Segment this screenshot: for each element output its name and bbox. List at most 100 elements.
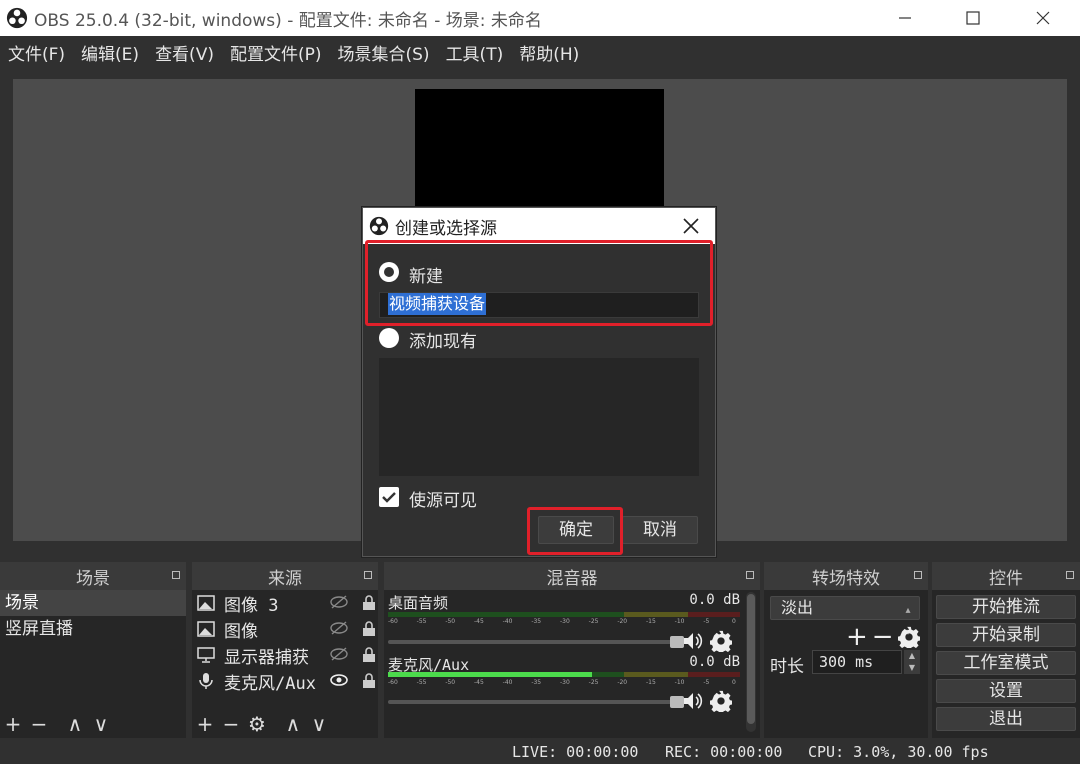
source-item[interactable]: 图像 3 [192, 590, 378, 616]
float-dock-icon[interactable] [1066, 571, 1074, 579]
transition-select[interactable]: 淡出 ▴▾ [770, 596, 920, 638]
menu-help[interactable]: 帮助(H) [519, 40, 579, 65]
float-dock-icon[interactable] [914, 571, 922, 579]
meter-tick-label: -50 [445, 618, 456, 625]
move-down-icon[interactable]: ∨ [306, 712, 332, 736]
gear-icon[interactable] [710, 690, 732, 712]
menu-bar: 文件(F) 编辑(E) 查看(V) 配置文件(P) 场景集合(S) 工具(T) … [0, 36, 1080, 68]
menu-scene-collection[interactable]: 场景集合(S) [338, 40, 430, 65]
sources-title: 来源 [268, 568, 302, 589]
visible-eye-icon[interactable] [330, 673, 348, 687]
status-bar: LIVE: 00:00:00 REC: 00:00:00 CPU: 3.0%, … [0, 740, 1080, 764]
source-settings-icon[interactable]: ⚙ [244, 712, 270, 736]
float-dock-icon[interactable] [746, 571, 754, 579]
meter-tick-label: -30 [560, 618, 570, 625]
source-label: 图像 [224, 621, 258, 642]
controls-dock: 控件 开始推流 开始录制 工作室模式 设置 退出 [932, 562, 1080, 738]
transition-value: 淡出 [781, 598, 814, 617]
minimize-button[interactable] [870, 0, 940, 36]
close-icon [1036, 11, 1050, 25]
studio-mode-button[interactable]: 工作室模式 [936, 651, 1076, 675]
volume-slider[interactable] [388, 636, 684, 648]
scene-item[interactable]: 竖屏直播 [0, 616, 186, 642]
gear-icon[interactable] [710, 630, 732, 652]
source-label: 图像 3 [224, 595, 279, 616]
cancel-button[interactable]: 取消 [622, 516, 698, 544]
lock-icon[interactable] [362, 595, 376, 611]
menu-file[interactable]: 文件(F) [8, 40, 65, 65]
hidden-eye-icon[interactable] [330, 621, 348, 635]
highlight-box-new [365, 240, 713, 326]
meter-tick-label: 0 [732, 618, 736, 625]
highlight-box-ok [527, 507, 623, 555]
add-existing-label: 添加现有 [409, 332, 477, 352]
duration-label: 时长 [770, 657, 804, 677]
channel-db: 0.0 dB [689, 592, 740, 608]
remove-transition-icon[interactable]: − [872, 622, 894, 652]
meter-tick-label: -40 [502, 618, 513, 625]
hidden-eye-icon[interactable] [330, 647, 348, 661]
dialog-close-icon[interactable] [679, 214, 703, 238]
meter-tick-label: 0 [732, 679, 736, 686]
remove-scene-icon[interactable]: − [26, 712, 52, 736]
checkmark-icon [382, 492, 396, 503]
source-item[interactable]: 图像 [192, 616, 378, 642]
volume-meter [388, 672, 740, 677]
obs-logo-icon [369, 216, 389, 236]
meter-tick-label: -60 [388, 679, 398, 686]
close-button[interactable] [1008, 0, 1078, 36]
duration-input[interactable]: 300 ms [812, 650, 902, 674]
meter-tick-label: -15 [646, 679, 656, 686]
obs-logo-icon [6, 7, 28, 29]
speaker-icon[interactable] [682, 691, 704, 711]
channel-db: 0.0 dB [689, 654, 740, 670]
rec-status: REC: 00:00:00 [665, 743, 783, 761]
start-recording-button[interactable]: 开始录制 [936, 623, 1076, 647]
source-item[interactable]: 显示器捕获 [192, 642, 378, 668]
add-existing-radio[interactable] [379, 328, 399, 348]
gear-icon[interactable] [897, 626, 920, 648]
meter-tick-label: -15 [646, 618, 656, 625]
source-item[interactable]: 麦克风/Aux [192, 668, 378, 694]
exit-button[interactable]: 退出 [936, 707, 1076, 731]
move-down-icon[interactable]: ∨ [88, 712, 114, 736]
lock-icon[interactable] [362, 621, 376, 637]
remove-source-icon[interactable]: − [218, 712, 244, 736]
add-scene-icon[interactable]: + [0, 712, 26, 736]
speaker-icon[interactable] [682, 631, 704, 651]
microphone-icon [196, 671, 216, 691]
mixer-title: 混音器 [546, 568, 598, 589]
add-source-icon[interactable]: + [192, 712, 218, 736]
mixer-scrollbar[interactable] [746, 592, 756, 732]
maximize-button[interactable] [938, 0, 1008, 36]
window-title: OBS 25.0.4 (32-bit, windows) - 配置文件: 未命名… [34, 10, 542, 31]
float-dock-icon[interactable] [364, 571, 372, 579]
transitions-header: 转场特效 [764, 562, 928, 590]
existing-sources-list[interactable] [379, 358, 699, 476]
meter-tick-label: -30 [560, 679, 570, 686]
start-streaming-button[interactable]: 开始推流 [936, 595, 1076, 619]
image-icon [196, 619, 216, 639]
transitions-title: 转场特效 [812, 568, 880, 589]
meter-tick-label: -25 [588, 679, 599, 686]
source-label: 麦克风/Aux [224, 673, 316, 694]
menu-tools[interactable]: 工具(T) [446, 40, 504, 65]
move-up-icon[interactable]: ∧ [62, 712, 88, 736]
float-dock-icon[interactable] [172, 571, 180, 579]
scenes-header: 场景 [0, 562, 186, 590]
move-up-icon[interactable]: ∧ [280, 712, 306, 736]
lock-icon[interactable] [362, 647, 376, 663]
menu-profile[interactable]: 配置文件(P) [230, 40, 322, 65]
menu-edit[interactable]: 编辑(E) [81, 40, 139, 65]
minimize-icon [899, 17, 911, 19]
settings-button[interactable]: 设置 [936, 679, 1076, 703]
duration-spinner[interactable]: ▲ ▼ [904, 650, 920, 674]
volume-slider[interactable] [388, 696, 684, 708]
lock-icon[interactable] [362, 673, 376, 689]
make-visible-checkbox[interactable] [379, 487, 399, 507]
hidden-eye-icon[interactable] [330, 595, 348, 609]
menu-view[interactable]: 查看(V) [155, 40, 214, 65]
add-transition-icon[interactable]: + [846, 622, 868, 652]
controls-title: 控件 [989, 568, 1023, 589]
scene-item[interactable]: 场景 [0, 590, 186, 616]
